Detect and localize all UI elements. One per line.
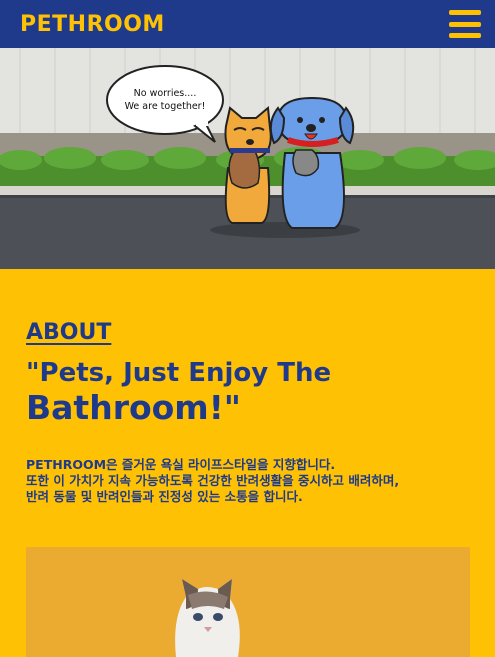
about-description: PETHROOM은 즐거운 욕실 라이프스타일을 지향합니다. 또한 이 가치가… xyxy=(26,457,470,505)
about-text-line: 또한 이 가치가 지속 가능하도록 건강한 반려생활을 중시하고 배려하며, xyxy=(26,472,400,488)
speech-line-1: No worries.... xyxy=(134,88,197,99)
about-heading-line-2: Bathroom!" xyxy=(26,387,241,427)
menu-bar-icon xyxy=(449,10,481,15)
hamburger-menu-button[interactable] xyxy=(449,10,481,38)
menu-bar-icon xyxy=(449,21,481,27)
about-heading: "Pets, Just Enjoy The Bathroom!" xyxy=(26,358,470,427)
about-heading-line-1: "Pets, Just Enjoy The xyxy=(26,358,332,388)
about-title: ABOUT xyxy=(26,320,112,345)
logo[interactable]: PETHROOM xyxy=(20,12,165,37)
hero-illustration: No worries.... We are together! xyxy=(0,48,495,269)
speech-line-2: We are together! xyxy=(125,101,206,112)
cat-photo xyxy=(26,547,470,657)
about-text-line: 반려 동물 및 반려인들과 진정성 있는 소통을 합니다. xyxy=(26,488,303,504)
menu-bar-icon xyxy=(449,33,481,38)
cat-photo-icon xyxy=(26,547,470,657)
dog-character-icon xyxy=(269,96,355,229)
about-text-line: PETHROOM은 즐거운 욕실 라이프스타일을 지향합니다. xyxy=(26,456,336,472)
about-section: ABOUT "Pets, Just Enjoy The Bathroom!" P… xyxy=(26,320,470,505)
site-header: PETHROOM xyxy=(0,0,495,48)
hero-banner: No worries.... We are together! xyxy=(0,48,495,269)
